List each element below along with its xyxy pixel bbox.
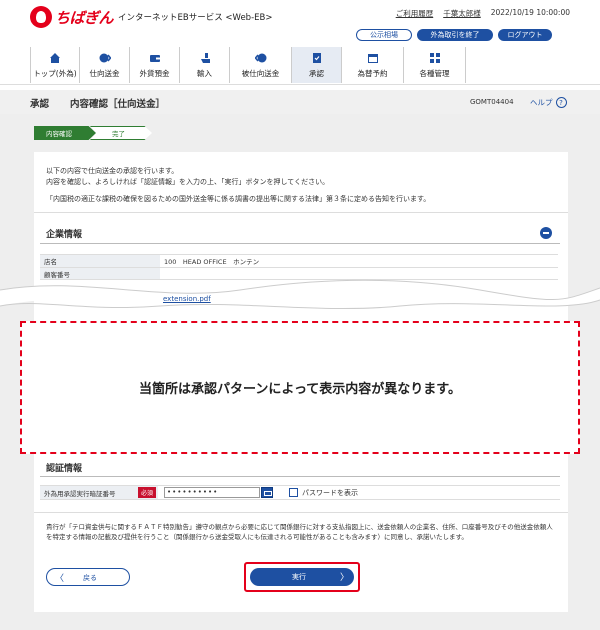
nav-label: 承認	[309, 69, 324, 78]
chevron-left-icon: 〈	[55, 574, 65, 584]
auth-section-title: 認証情報	[46, 464, 83, 474]
send-money-icon	[99, 53, 111, 63]
intro-line-1: 以下の内容で仕向送金の承認を行います。	[46, 167, 179, 175]
nav-label: トップ(外為)	[33, 69, 77, 78]
software-keyboard-icon[interactable]	[261, 487, 273, 498]
main-nav: トップ(外為) 仕向送金 外貨預金 輸入 被仕向送金 承認 為替予約 各種管理	[30, 47, 466, 83]
approval-icon	[312, 53, 321, 63]
header-buttons: 公示相場 外為取引を終了 ログアウト	[356, 29, 552, 41]
bank-logo: ちばぎん インターネットEBサービス <Web-EB>	[30, 6, 272, 28]
usage-history-link[interactable]: ご利用履歴	[396, 8, 434, 19]
pattern-notice-text: 当箇所は承認パターンによって表示内容が異なります。	[138, 382, 461, 397]
row-label: 店名	[40, 255, 160, 267]
bank-logo-icon	[30, 6, 52, 28]
nav-label: 輸入	[197, 69, 212, 78]
nav-approval[interactable]: 承認	[292, 47, 342, 83]
nav-label: 為替予約	[357, 69, 388, 78]
nav-label: 仕向送金	[89, 69, 120, 78]
section-underline	[40, 476, 560, 477]
row-value: 100 HEAD OFFICE ホンテン	[164, 258, 260, 266]
collapse-icon[interactable]	[540, 227, 552, 239]
calendar-icon	[367, 54, 378, 63]
show-password-checkbox[interactable]	[289, 488, 298, 497]
nav-label: 各種管理	[419, 69, 450, 78]
question-icon: ?	[555, 97, 567, 108]
pin-input[interactable]: ••••••••••	[164, 487, 260, 498]
nav-label: 外貨預金	[139, 69, 170, 78]
nav-forward-contract[interactable]: 為替予約	[342, 47, 404, 83]
nav-divider	[0, 84, 600, 85]
company-section-title: 企業情報	[46, 230, 83, 240]
step-indicator: 内容確認 完了	[34, 126, 152, 140]
step-confirm: 内容確認	[34, 126, 96, 140]
tax-notice: 「内国税の適正な課税の確保を図るための国外送金等に係る調書の提出等に関する法律」…	[46, 195, 431, 203]
pin-label: 外為用承認実行暗証番号	[44, 489, 116, 498]
intro-line-2: 内容を確認し、よろしければ「認証情報」を入力の上、「実行」ボタンを押してください…	[46, 178, 330, 186]
divider	[34, 212, 568, 213]
consent-text: 貴行が「テロ資金供与に関するＦＡＴＦ特別勧告」遵守の観点から必要に応じて関係銀行…	[46, 523, 553, 541]
nav-outward-remittance[interactable]: 仕向送金	[80, 47, 130, 83]
screen-id: GOMT04404	[470, 98, 514, 106]
required-badge: 必須	[137, 487, 156, 498]
page-subtitle: 内容確認［仕向送金］	[70, 99, 166, 110]
pattern-notice-box: 当箇所は承認パターンによって表示内容が異なります。	[20, 321, 580, 454]
import-icon	[200, 53, 210, 63]
execute-label: 実行	[292, 573, 306, 581]
attachment-link[interactable]: extension.pdf	[163, 295, 211, 303]
divider	[34, 512, 568, 513]
end-forex-button[interactable]: 外為取引を終了	[417, 29, 493, 41]
table-row: 店名 100 HEAD OFFICE ホンテン	[40, 254, 558, 267]
wallet-icon	[149, 55, 160, 62]
header: ちばぎん インターネットEBサービス <Web-EB> ご利用履歴 千葉太郎様 …	[0, 0, 600, 30]
execute-button[interactable]: 実行 〉	[250, 568, 354, 586]
service-name: インターネットEBサービス <Web-EB>	[118, 13, 273, 23]
receive-money-icon	[254, 53, 266, 63]
nav-management[interactable]: 各種管理	[404, 47, 466, 83]
chevron-right-icon: 〉	[340, 573, 350, 583]
datetime: 2022/10/19 10:00:00	[490, 8, 570, 17]
nav-inward-remittance[interactable]: 被仕向送金	[230, 47, 292, 83]
intro-text: 以下の内容で仕向送金の承認を行います。 内容を確認し、よろしければ「認証情報」を…	[46, 166, 329, 188]
help-label: ヘルプ	[530, 98, 553, 107]
grid-icon	[429, 53, 440, 63]
brand-name: ちばぎん	[55, 8, 114, 27]
show-password-label: パスワードを表示	[302, 489, 358, 497]
nav-top[interactable]: トップ(外為)	[30, 47, 80, 83]
content-break-wave	[0, 279, 600, 313]
nav-import[interactable]: 輸入	[180, 47, 230, 83]
step-complete: 完了	[90, 126, 152, 140]
logout-button[interactable]: ログアウト	[498, 29, 552, 41]
nav-foreign-deposit[interactable]: 外貨預金	[130, 47, 180, 83]
page-title: 承認	[30, 99, 50, 110]
back-button[interactable]: 〈 戻る	[46, 568, 130, 586]
section-underline	[40, 243, 560, 244]
exchange-rate-button[interactable]: 公示相場	[356, 29, 412, 41]
auth-row: 外為用承認実行暗証番号 必須	[40, 485, 560, 500]
top-links: ご利用履歴 千葉太郎様 2022/10/19 10:00:00	[396, 8, 570, 19]
nav-label: 被仕向送金	[241, 69, 280, 78]
back-label: 戻る	[83, 574, 97, 582]
house-icon	[50, 53, 60, 63]
user-name-link[interactable]: 千葉太郎様	[443, 8, 481, 19]
help-link[interactable]: ヘルプ ?	[530, 97, 567, 108]
auth-label: 外為用承認実行暗証番号 必須	[40, 486, 158, 499]
